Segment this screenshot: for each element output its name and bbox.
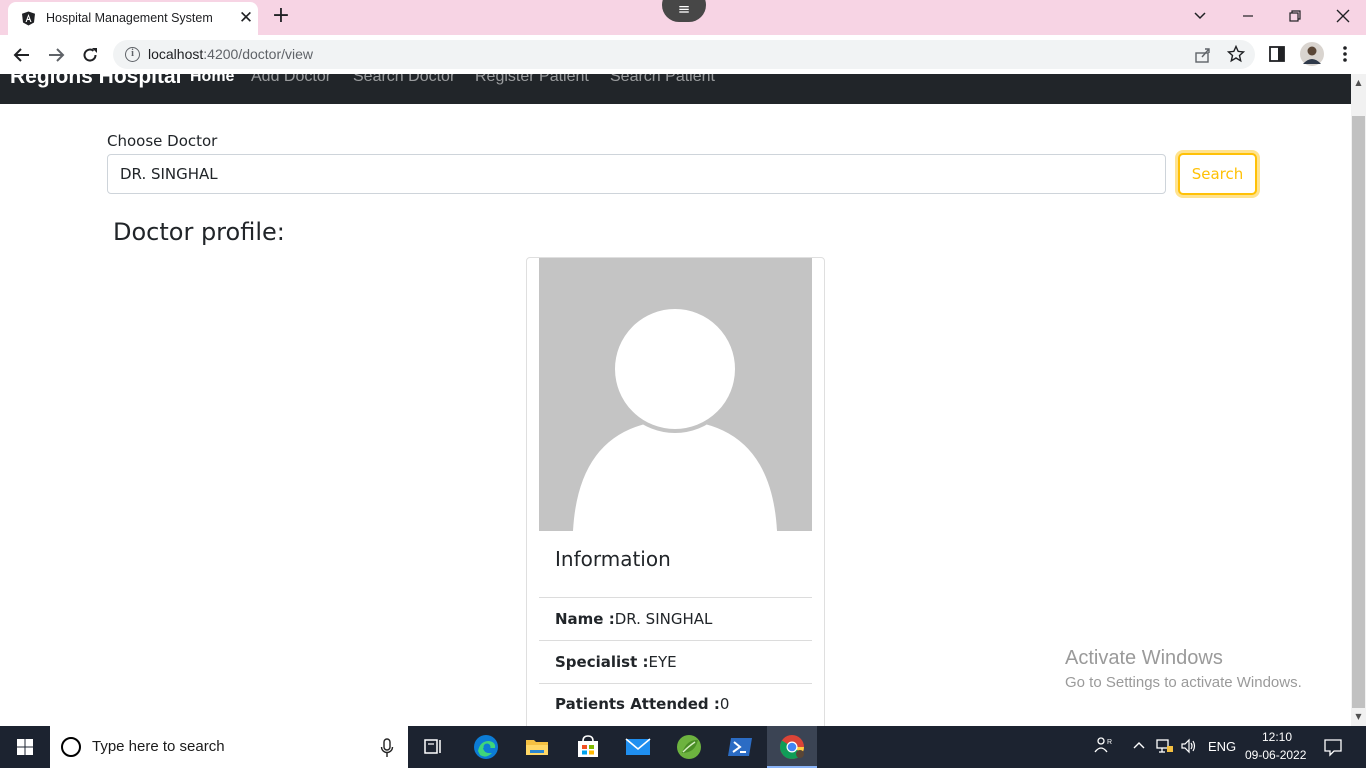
scroll-down-icon[interactable]: ▼ [1351,710,1366,724]
angular-favicon-icon [21,11,36,26]
cortana-icon [61,737,81,757]
scrollbar-thumb[interactable] [1352,116,1365,708]
info-label: Patients Attended : [555,695,720,713]
taskbar-search-placeholder: Type here to search [92,738,225,755]
doctor-input[interactable] [107,154,1166,194]
info-value: DR. SINGHAL [614,610,713,628]
microphone-icon[interactable] [380,738,394,758]
clock-date[interactable]: 09-06-2022 [1245,748,1306,762]
network-icon[interactable] [1156,738,1174,757]
tray-chevron-up-icon[interactable] [1132,738,1146,755]
back-icon[interactable] [10,43,34,67]
info-row-patients-attended: Patients Attended :0 [555,695,729,713]
url-text[interactable]: localhost:4200/doctor/view [148,46,313,62]
people-icon[interactable]: R [1094,736,1112,757]
chrome-icon[interactable] [776,731,808,763]
divider [539,597,812,598]
search-button[interactable]: Search [1178,153,1257,195]
svg-text:R: R [1107,739,1112,746]
edge-icon[interactable] [470,731,502,763]
new-tab-button[interactable]: + [270,5,292,28]
info-label: Name : [555,610,615,628]
url-path: :4200/doctor/view [203,46,313,62]
minimize-icon[interactable] [1233,4,1263,28]
site-navbar: Regions Hospital Home Add Doctor Search … [0,74,1351,104]
tab-search-icon[interactable] [1185,4,1215,28]
star-icon[interactable] [1226,44,1246,63]
reload-icon[interactable] [78,43,102,67]
nav-link-search-doctor[interactable]: Search Doctor [353,74,455,86]
restore-icon[interactable] [1280,4,1310,28]
nav-link-register-patient[interactable]: Register Patient [475,74,589,86]
close-window-icon[interactable] [1328,4,1358,28]
language-indicator[interactable]: ENG [1208,739,1236,754]
info-row-name: Name :DR. SINGHAL [555,610,712,628]
doctor-profile-heading: Doctor profile: [113,218,285,246]
nav-link-search-patient[interactable]: Search Patient [610,74,715,86]
store-icon[interactable] [572,731,604,763]
powershell-icon[interactable] [724,731,756,763]
scroll-up-icon[interactable]: ▲ [1351,76,1366,90]
browser-tab[interactable]: Hospital Management System ✕ [8,2,258,35]
choose-doctor-label: Choose Doctor [107,132,218,150]
share-icon[interactable] [1194,46,1212,64]
notification-icon[interactable] [1323,737,1343,760]
spring-tool-icon[interactable] [673,731,705,763]
activate-windows-title: Activate Windows [1065,647,1223,669]
task-view-icon[interactable] [417,731,449,763]
volume-icon[interactable] [1180,738,1198,757]
divider [539,640,812,641]
divider [539,683,812,684]
info-label: Specialist : [555,653,649,671]
info-row-specialist: Specialist :EYE [555,653,677,671]
navbar-brand[interactable]: Regions Hospital [10,74,182,89]
profile-avatar-icon[interactable] [1300,42,1324,66]
file-explorer-icon[interactable] [521,731,553,763]
info-value: EYE [648,653,677,671]
info-value: 0 [719,695,730,713]
url-host: localhost [148,46,204,62]
forward-icon[interactable] [44,43,68,67]
nav-link-home[interactable]: Home [190,74,234,86]
side-panel-icon[interactable] [1269,46,1285,62]
tab-title: Hospital Management System [46,11,213,25]
windows-start-icon[interactable] [0,726,50,768]
mail-icon[interactable] [622,731,654,763]
activate-windows-subtitle: Go to Settings to activate Windows. [1065,674,1302,691]
clock-time[interactable]: 12:10 [1262,730,1292,744]
nav-link-add-doctor[interactable]: Add Doctor [251,74,331,86]
tab-close-icon[interactable]: ✕ [236,8,256,28]
info-icon[interactable]: i [125,47,140,62]
avatar-placeholder-icon [539,258,812,531]
more-icon[interactable] [1338,45,1352,63]
information-title: Information [555,547,671,571]
